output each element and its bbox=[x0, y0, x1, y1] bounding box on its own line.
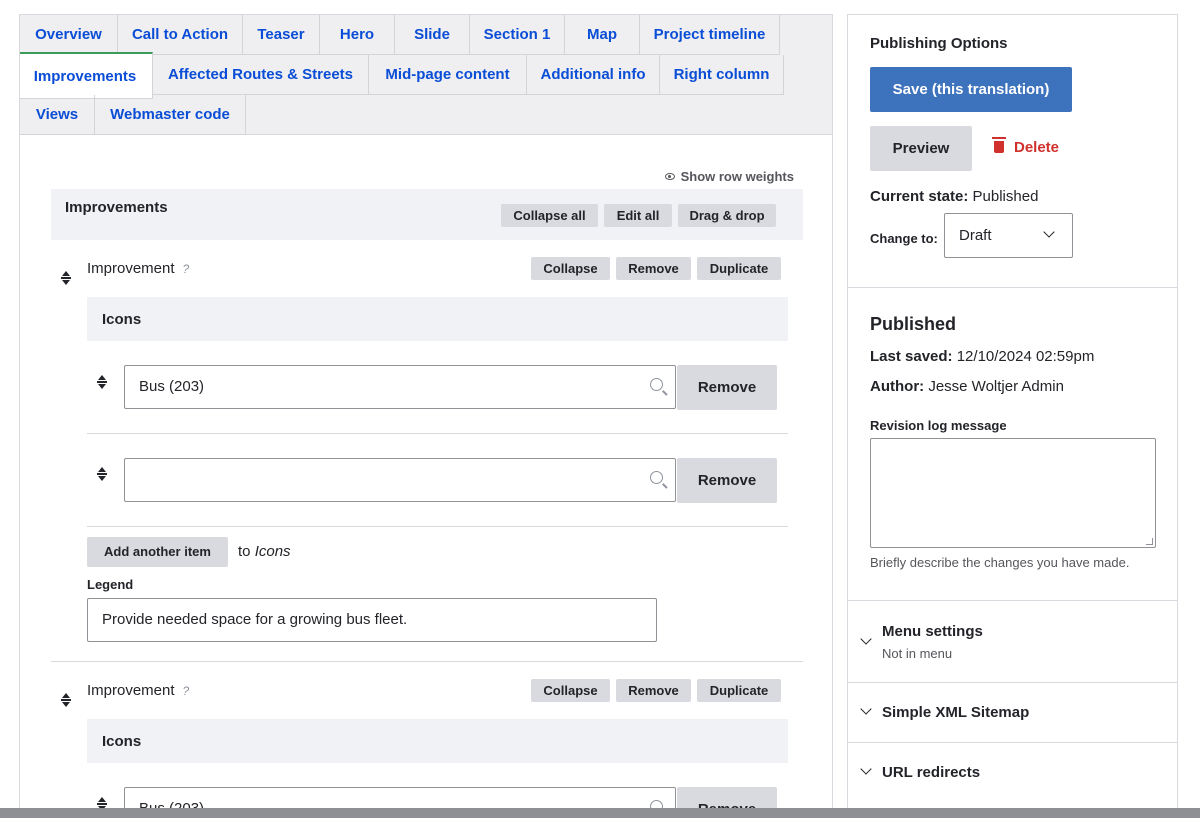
menu-settings-title: Menu settings bbox=[882, 623, 983, 640]
delete-link[interactable]: Delete bbox=[992, 137, 1059, 156]
tab-right-column[interactable]: Right column bbox=[660, 55, 784, 95]
tab-map[interactable]: Map bbox=[565, 15, 640, 55]
remove-icon-button[interactable]: Remove bbox=[677, 365, 777, 410]
icon-autocomplete-input[interactable] bbox=[124, 458, 676, 502]
trash-icon bbox=[992, 137, 1006, 153]
tab-additional-info[interactable]: Additional info bbox=[527, 55, 660, 95]
add-another-item-button[interactable]: Add another item bbox=[87, 537, 228, 567]
divider bbox=[87, 433, 788, 434]
tab-slide[interactable]: Slide bbox=[395, 15, 470, 55]
chevron-down-icon bbox=[860, 633, 872, 645]
legend-input[interactable]: Provide needed space for a growing bus f… bbox=[87, 598, 657, 642]
section-title: Improvements bbox=[65, 199, 168, 216]
collapse-all-button[interactable]: Collapse all bbox=[501, 204, 598, 227]
duplicate-button[interactable]: Duplicate bbox=[697, 679, 781, 702]
collapse-button[interactable]: Collapse bbox=[531, 679, 610, 702]
drag-handle-icon[interactable] bbox=[96, 375, 108, 389]
revision-card: Published Last saved: 12/10/2024 02:59pm… bbox=[847, 288, 1178, 818]
remove-icon-button[interactable]: Remove bbox=[677, 458, 777, 503]
menu-settings-subtitle: Not in menu bbox=[882, 646, 953, 661]
author: Author: Jesse Woltjer Admin bbox=[870, 378, 1064, 395]
remove-improvement-button[interactable]: Remove bbox=[616, 679, 691, 702]
improvement-label: Improvement? bbox=[87, 260, 190, 277]
revision-help-text: Briefly describe the changes you have ma… bbox=[870, 555, 1130, 570]
collapse-button[interactable]: Collapse bbox=[531, 257, 610, 280]
tab-affected-routes[interactable]: Affected Routes & Streets bbox=[153, 55, 369, 95]
tab-section-1[interactable]: Section 1 bbox=[470, 15, 565, 55]
add-target-text: to Icons bbox=[238, 543, 291, 560]
show-row-weights-label: Show row weights bbox=[680, 169, 794, 184]
xml-sitemap-accordion[interactable]: Simple XML Sitemap bbox=[848, 682, 1177, 742]
show-row-weights-link[interactable]: Show row weights bbox=[664, 169, 794, 184]
divider bbox=[87, 526, 788, 527]
preview-button[interactable]: Preview bbox=[870, 126, 972, 171]
tab-project-timeline[interactable]: Project timeline bbox=[640, 15, 780, 55]
chevron-down-icon bbox=[860, 703, 872, 715]
drag-handle-icon[interactable] bbox=[60, 271, 72, 285]
tab-teaser[interactable]: Teaser bbox=[243, 15, 320, 55]
search-icon bbox=[650, 471, 663, 484]
taskbar-strip bbox=[0, 808, 1200, 818]
tab-hero[interactable]: Hero bbox=[320, 15, 395, 55]
current-state: Current state: Published bbox=[870, 188, 1039, 205]
drag-handle-icon[interactable] bbox=[96, 467, 108, 481]
sidebar: Publishing Options Save (this translatio… bbox=[847, 14, 1178, 818]
improvements-field-header: Improvements Collapse all Edit all Drag … bbox=[51, 189, 803, 240]
icons-header: Icons bbox=[87, 297, 788, 341]
tab-mid-page-content[interactable]: Mid-page content bbox=[369, 55, 527, 95]
url-redirects-accordion[interactable]: URL redirects bbox=[848, 742, 1177, 802]
edit-all-button[interactable]: Edit all bbox=[604, 204, 672, 227]
drag-drop-button[interactable]: Drag & drop bbox=[678, 204, 776, 227]
change-to-select[interactable]: Draft bbox=[944, 213, 1073, 258]
tab-call-to-action[interactable]: Call to Action bbox=[118, 15, 243, 55]
tab-improvements[interactable]: Improvements bbox=[20, 52, 153, 99]
icons-header: Icons bbox=[87, 719, 788, 763]
icons-title: Icons bbox=[102, 311, 142, 328]
menu-settings-accordion[interactable]: Menu settings Not in menu bbox=[848, 600, 1177, 682]
revision-log-textarea[interactable] bbox=[870, 438, 1156, 548]
publishing-options-card: Publishing Options Save (this translatio… bbox=[847, 14, 1178, 288]
eye-icon bbox=[664, 173, 675, 180]
change-to-label: Change to: bbox=[870, 231, 938, 246]
search-icon bbox=[650, 378, 663, 391]
chevron-down-icon bbox=[1043, 226, 1055, 238]
drag-handle-icon[interactable] bbox=[60, 693, 72, 707]
icon-autocomplete-input[interactable]: Bus (203) bbox=[124, 365, 676, 409]
help-icon[interactable]: ? bbox=[183, 262, 190, 276]
tab-overview[interactable]: Overview bbox=[20, 15, 118, 55]
duplicate-button[interactable]: Duplicate bbox=[697, 257, 781, 280]
status-title: Published bbox=[870, 314, 957, 334]
tab-views[interactable]: Views bbox=[20, 95, 95, 135]
publishing-options-title: Publishing Options bbox=[870, 35, 1008, 52]
tab-webmaster-code[interactable]: Webmaster code bbox=[95, 95, 246, 135]
xml-sitemap-title: Simple XML Sitemap bbox=[882, 704, 1030, 721]
help-icon[interactable]: ? bbox=[183, 684, 190, 698]
remove-improvement-button[interactable]: Remove bbox=[616, 257, 691, 280]
icons-title: Icons bbox=[102, 733, 142, 750]
main-panel: Overview Call to Action Teaser Hero Slid… bbox=[19, 14, 833, 818]
last-saved: Last saved: 12/10/2024 02:59pm bbox=[870, 348, 1095, 365]
improvement-label: Improvement? bbox=[87, 682, 190, 699]
revision-log-label: Revision log message bbox=[870, 418, 1007, 433]
url-redirects-title: URL redirects bbox=[882, 764, 981, 781]
legend-label: Legend bbox=[87, 577, 134, 592]
save-translation-button[interactable]: Save (this translation) bbox=[870, 67, 1072, 112]
divider bbox=[51, 661, 803, 662]
chevron-down-icon bbox=[860, 763, 872, 775]
vertical-tabs: Overview Call to Action Teaser Hero Slid… bbox=[20, 15, 832, 135]
